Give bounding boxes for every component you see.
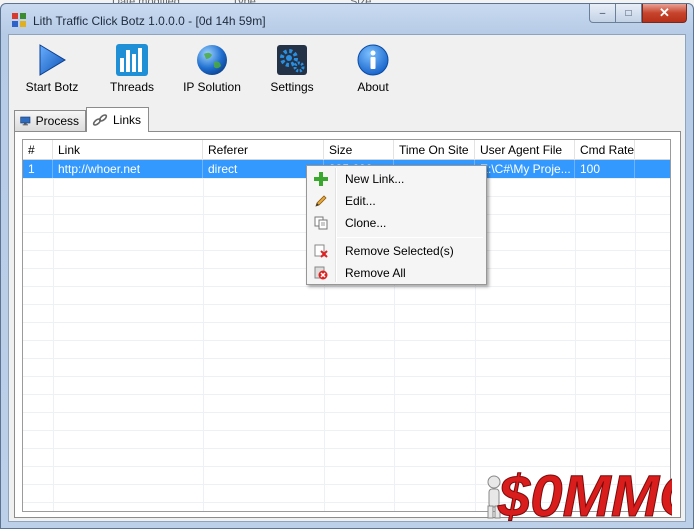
column-header-cmd-rate[interactable]: Cmd Rate <box>575 140 635 160</box>
globe-icon <box>195 43 229 77</box>
menu-item-label: Remove Selected(s) <box>345 243 454 258</box>
menu-item-remove-selected[interactable]: Remove Selected(s) <box>309 240 484 261</box>
context-menu: New Link... Edit... Clone... Remove Sele… <box>306 165 487 285</box>
tab-process-label: Process <box>35 114 79 128</box>
link-icon <box>92 114 108 126</box>
remove-all-icon <box>309 262 333 283</box>
gear-icon <box>275 43 309 77</box>
grid-line <box>23 412 670 413</box>
start-botz-button[interactable]: Start Botz <box>23 43 81 94</box>
menu-item-edit[interactable]: Edit... <box>309 190 484 211</box>
grid-line <box>23 376 670 377</box>
menu-separator <box>337 237 483 238</box>
close-button[interactable]: ✕ <box>642 4 687 23</box>
minimize-button[interactable]: – <box>589 4 616 23</box>
grid-line <box>23 340 670 341</box>
pencil-icon <box>309 190 333 211</box>
about-label: About <box>357 80 389 94</box>
maximize-button[interactable]: □ <box>616 4 642 23</box>
info-icon <box>356 43 390 77</box>
app-icon <box>12 13 26 27</box>
menu-item-label: Edit... <box>345 193 376 208</box>
play-icon <box>35 43 69 77</box>
threads-button[interactable]: Threads <box>107 43 157 94</box>
title-bar[interactable]: Lith Traffic Click Botz 1.0.0.0 - [0d 14… <box>1 4 693 34</box>
settings-button[interactable]: Settings <box>267 43 317 94</box>
cell-link: http://whoer.net <box>53 160 203 178</box>
ip-solution-label: IP Solution <box>183 80 241 94</box>
settings-label: Settings <box>270 80 314 94</box>
grid-line <box>23 358 670 359</box>
grid-line <box>23 304 670 305</box>
start-botz-label: Start Botz <box>25 80 79 94</box>
menu-item-clone[interactable]: Clone... <box>309 212 484 233</box>
cell-num: 1 <box>23 160 53 178</box>
copy-icon <box>309 212 333 233</box>
about-button[interactable]: About <box>353 43 393 94</box>
remove-selected-icon <box>309 240 333 261</box>
window-title: Lith Traffic Click Botz 1.0.0.0 - [0d 14… <box>33 14 266 28</box>
add-icon <box>309 168 333 189</box>
toolbar: Start Botz Threads IP Solution Settings <box>9 35 685 101</box>
bar-chart-icon <box>115 43 149 77</box>
column-header-num[interactable]: # <box>23 140 53 160</box>
column-header-referer[interactable]: Referer <box>203 140 324 160</box>
menu-item-label: Clone... <box>345 215 387 230</box>
grid-line <box>23 430 670 431</box>
tab-process[interactable]: Process <box>14 110 86 131</box>
tab-links-label: Links <box>113 113 142 127</box>
ip-solution-button[interactable]: IP Solution <box>181 43 243 94</box>
list-header: # Link Referer Size Time On Site User Ag… <box>23 140 670 160</box>
cell-cmd-rate: 100 <box>575 160 635 178</box>
watermark-text: $0MMO <box>497 464 672 522</box>
menu-item-label: Remove All <box>345 265 406 280</box>
grid-line <box>23 448 670 449</box>
grid-line <box>23 286 670 287</box>
threads-label: Threads <box>109 80 155 94</box>
menu-item-label: New Link... <box>345 171 405 186</box>
column-header-link[interactable]: Link <box>53 140 203 160</box>
menu-item-new-link[interactable]: New Link... <box>309 168 484 189</box>
grid-line <box>23 394 670 395</box>
cell-user-agent-file: E:\C#\My Proje... <box>475 160 575 178</box>
watermark-logo: $0MMO <box>482 458 694 529</box>
column-header-user-agent-file[interactable]: User Agent File <box>475 140 575 160</box>
tab-links[interactable]: Links <box>86 107 149 132</box>
column-header-size[interactable]: Size <box>324 140 394 160</box>
menu-item-remove-all[interactable]: Remove All <box>309 262 484 283</box>
column-header-time-on-site[interactable]: Time On Site <box>394 140 475 160</box>
monitor-icon <box>20 116 31 126</box>
grid-line <box>23 322 670 323</box>
